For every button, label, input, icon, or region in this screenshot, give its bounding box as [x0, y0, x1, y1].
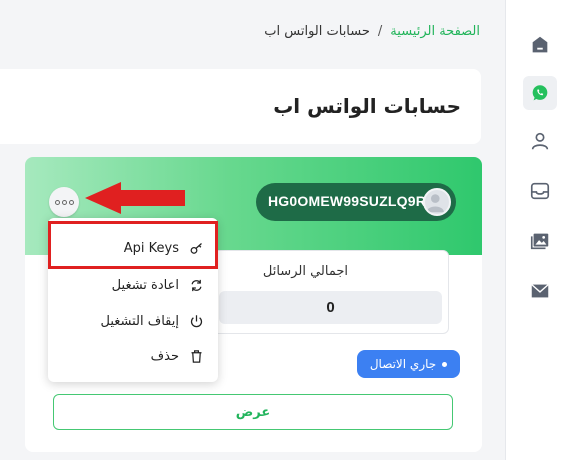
status-dot	[442, 361, 448, 367]
menu-item-stop[interactable]: إيقاف التشغيل	[48, 303, 218, 339]
menu-item-label: حذف	[150, 348, 179, 364]
menu-item-label: إيقاف التشغيل	[100, 313, 179, 329]
menu-item-restart[interactable]: اعادة تشغيل	[48, 267, 218, 303]
menu-item-label: اعادة تشغيل	[111, 277, 179, 293]
power-icon	[190, 314, 203, 327]
more-options-button[interactable]	[49, 187, 79, 217]
breadcrumb-current: حسابات الواتس اب	[264, 24, 370, 39]
restart-icon	[191, 279, 202, 291]
menu-item-label: Api Keys	[123, 240, 179, 256]
avatar	[423, 188, 451, 216]
user-icon	[531, 132, 549, 150]
sidebar-item-gallery[interactable]	[526, 227, 554, 255]
home-icon	[532, 36, 548, 53]
view-button[interactable]: عرض	[53, 394, 453, 430]
title-card: حسابات الواتس اب	[0, 69, 481, 144]
status-text: جاري الاتصال	[369, 357, 437, 371]
more-dots-icon	[54, 199, 60, 205]
mail-icon	[531, 284, 549, 298]
total-messages-label: اجمالي الرسائل	[262, 264, 348, 279]
menu-item-delete[interactable]: حذف	[48, 338, 218, 374]
sidebar-item-inbox[interactable]	[526, 177, 554, 205]
breadcrumb-separator: /	[377, 24, 383, 39]
gallery-icon	[530, 233, 549, 250]
inbox-icon	[530, 182, 550, 200]
breadcrumb-home-link[interactable]: الصفحة الرئيسية	[390, 24, 480, 39]
account-id-pill: HG0OMEW99SUZLQ9R	[256, 183, 456, 221]
options-dropdown: Api Keys اعادة تشغيل إيقاف التشغيل حذف	[48, 218, 218, 382]
sidebar-item-home[interactable]	[526, 31, 554, 59]
stats-box: اجمالي الرسائل 0	[209, 250, 449, 334]
breadcrumb: الصفحة الرئيسية / حسابات الواتس اب	[264, 24, 480, 39]
trash-icon	[191, 349, 202, 363]
status-badge: جاري الاتصال	[357, 350, 460, 378]
sidebar-item-user[interactable]	[526, 127, 554, 155]
account-id: HG0OMEW99SUZLQ9R	[268, 193, 426, 209]
sidebar-item-whatsapp[interactable]	[523, 76, 557, 110]
total-messages-value: 0	[219, 291, 442, 324]
avatar-icon	[426, 194, 444, 213]
key-icon	[190, 242, 202, 254]
sidebar	[505, 0, 573, 460]
menu-item-api-keys[interactable]: Api Keys	[48, 230, 218, 266]
red-arrow-annotation	[85, 182, 185, 214]
page-title: حسابات الواتس اب	[273, 94, 461, 118]
sidebar-item-mail[interactable]	[526, 277, 554, 305]
whatsapp-icon	[532, 85, 548, 101]
